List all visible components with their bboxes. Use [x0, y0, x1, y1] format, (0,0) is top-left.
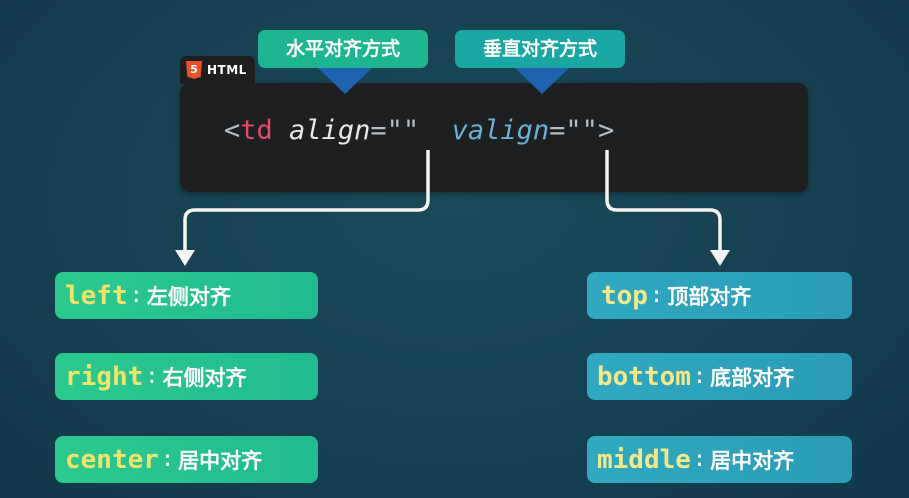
html5-icon: 5: [186, 61, 202, 79]
option-colon: :: [129, 283, 143, 308]
align-option-left: left: 左侧对齐: [55, 272, 318, 319]
align-keyword: right: [65, 361, 144, 392]
option-colon: :: [649, 283, 664, 308]
diagram-stage: 水平对齐方式 垂直对齐方式 5 HTML <td align="" valign…: [0, 0, 909, 498]
valign-option-bottom: bottom: 底部对齐: [587, 353, 852, 400]
align-description: 居中对齐: [178, 448, 263, 473]
code-line: <td align="" valign="">: [224, 115, 614, 146]
valign-option-top: top: 顶部对齐: [587, 272, 852, 319]
code-attr-align: align: [289, 115, 371, 146]
align-option-right: right: 右侧对齐: [55, 353, 318, 400]
valign-connector-arrowhead: [710, 250, 730, 266]
align-keyword: left: [65, 280, 128, 311]
html-badge-label: HTML: [207, 63, 247, 77]
code-tag-name: td: [240, 115, 273, 146]
code-valign-value: ="": [549, 115, 598, 146]
valign-description: 居中对齐: [710, 448, 795, 473]
code-attr-valign: valign: [451, 115, 550, 146]
option-colon: :: [145, 364, 159, 389]
align-keyword: center: [65, 444, 159, 475]
align-description: 左侧对齐: [146, 284, 231, 309]
valign-keyword: top: [601, 280, 648, 311]
align-connector-arrowhead: [175, 250, 195, 266]
align-option-center: center: 居中对齐: [55, 436, 318, 483]
html-badge: 5 HTML: [180, 56, 255, 84]
code-open-bracket: <: [224, 115, 241, 146]
connector-layer: [175, 68, 730, 266]
option-colon: :: [692, 447, 707, 472]
code-snippet-box: <td align="" valign="">: [180, 83, 808, 192]
valign-keyword: bottom: [597, 361, 691, 392]
code-align-value: ="": [370, 115, 420, 146]
valign-description: 底部对齐: [710, 365, 795, 390]
vertical-align-callout: 垂直对齐方式: [455, 30, 625, 68]
valign-keyword: middle: [597, 444, 691, 475]
code-close-bracket: >: [597, 115, 615, 146]
align-description: 右侧对齐: [162, 365, 247, 390]
valign-option-middle: middle: 居中对齐: [587, 436, 852, 483]
option-colon: :: [160, 447, 175, 472]
valign-description: 顶部对齐: [667, 284, 752, 309]
option-colon: :: [692, 364, 707, 389]
horizontal-align-callout: 水平对齐方式: [258, 30, 428, 68]
